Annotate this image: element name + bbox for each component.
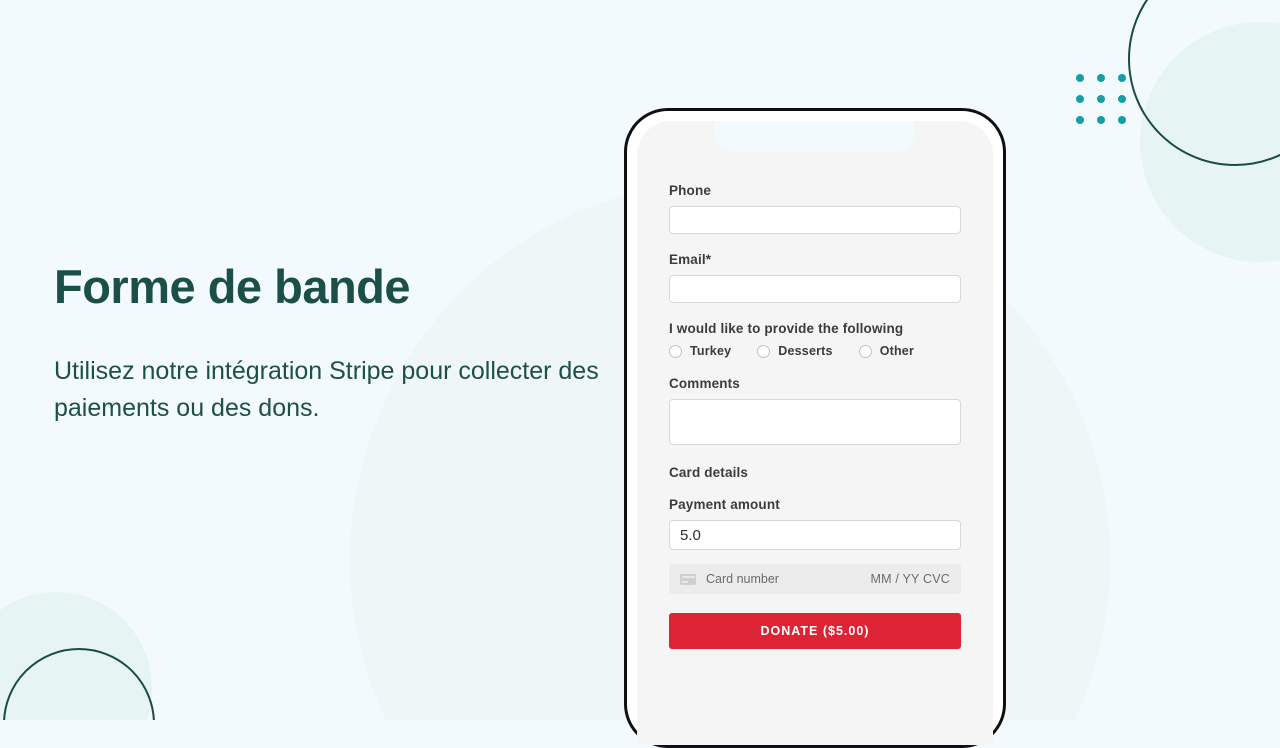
phone-mockup-icon: Phone Email* I would like to provide the…	[624, 108, 1006, 748]
phone-input[interactable]	[669, 206, 961, 234]
grid-dot	[1118, 116, 1126, 124]
radio-label-other: Other	[879, 344, 915, 358]
email-input[interactable]	[669, 275, 961, 303]
grid-dot	[1097, 74, 1105, 82]
email-field-label: Email*	[669, 252, 712, 267]
page-title: Forme de bande	[54, 260, 411, 313]
stripe-card-element[interactable]: Card number MM / YY CVC	[669, 564, 961, 594]
comments-field-label: Comments	[669, 376, 740, 391]
credit-card-icon	[680, 573, 696, 585]
card-expiry-cvc-placeholder: MM / YY CVC	[870, 572, 950, 586]
radio-option-desserts[interactable]: Desserts	[757, 344, 832, 358]
payment-amount-value: 5.0	[680, 526, 701, 544]
radio-label-desserts: Desserts	[778, 344, 833, 358]
circle-outline-icon-bottom-left	[3, 648, 155, 720]
marketing-copy: Forme de bande Utilisez notre intégratio…	[54, 260, 614, 427]
grid-dot	[1076, 95, 1084, 103]
radio-circle-icon[interactable]	[858, 344, 872, 358]
card-details-label: Card details	[669, 465, 749, 480]
comments-textarea[interactable]	[669, 399, 961, 445]
circle-outline-icon-top-right	[1128, 0, 1280, 166]
radio-label-turkey: Turkey	[690, 344, 732, 358]
radio-option-turkey[interactable]: Turkey	[669, 344, 731, 358]
payment-amount-label: Payment amount	[669, 497, 780, 512]
choice-group: Turkey Desserts Other	[669, 344, 961, 358]
grid-dot	[1097, 116, 1105, 124]
grid-dot	[1076, 74, 1084, 82]
grid-dot	[1118, 95, 1126, 103]
grid-dot	[1097, 95, 1105, 103]
grid-dot	[1076, 116, 1084, 124]
radio-circle-icon[interactable]	[669, 344, 682, 358]
phone-field-label: Phone	[669, 183, 712, 198]
circle-fill-icon-top-right	[1140, 22, 1280, 262]
circle-fill-icon-bottom-left	[0, 592, 152, 720]
grid-dot	[1118, 74, 1126, 82]
phone-screen: Phone Email* I would like to provide the…	[637, 121, 993, 745]
stripe-donation-form: Phone Email* I would like to provide the…	[637, 121, 993, 649]
page-subtitle: Utilisez notre intégration Stripe pour c…	[54, 356, 599, 422]
choice-group-label: I would like to provide the following	[669, 321, 904, 336]
card-number-placeholder: Card number	[706, 572, 779, 586]
payment-amount-input[interactable]: 5.0	[669, 520, 961, 550]
donate-button[interactable]: DONATE ($5.00)	[669, 613, 961, 649]
radio-circle-icon[interactable]	[757, 344, 771, 358]
dot-grid-icon	[1076, 74, 1126, 124]
radio-option-other[interactable]: Other	[858, 344, 915, 358]
